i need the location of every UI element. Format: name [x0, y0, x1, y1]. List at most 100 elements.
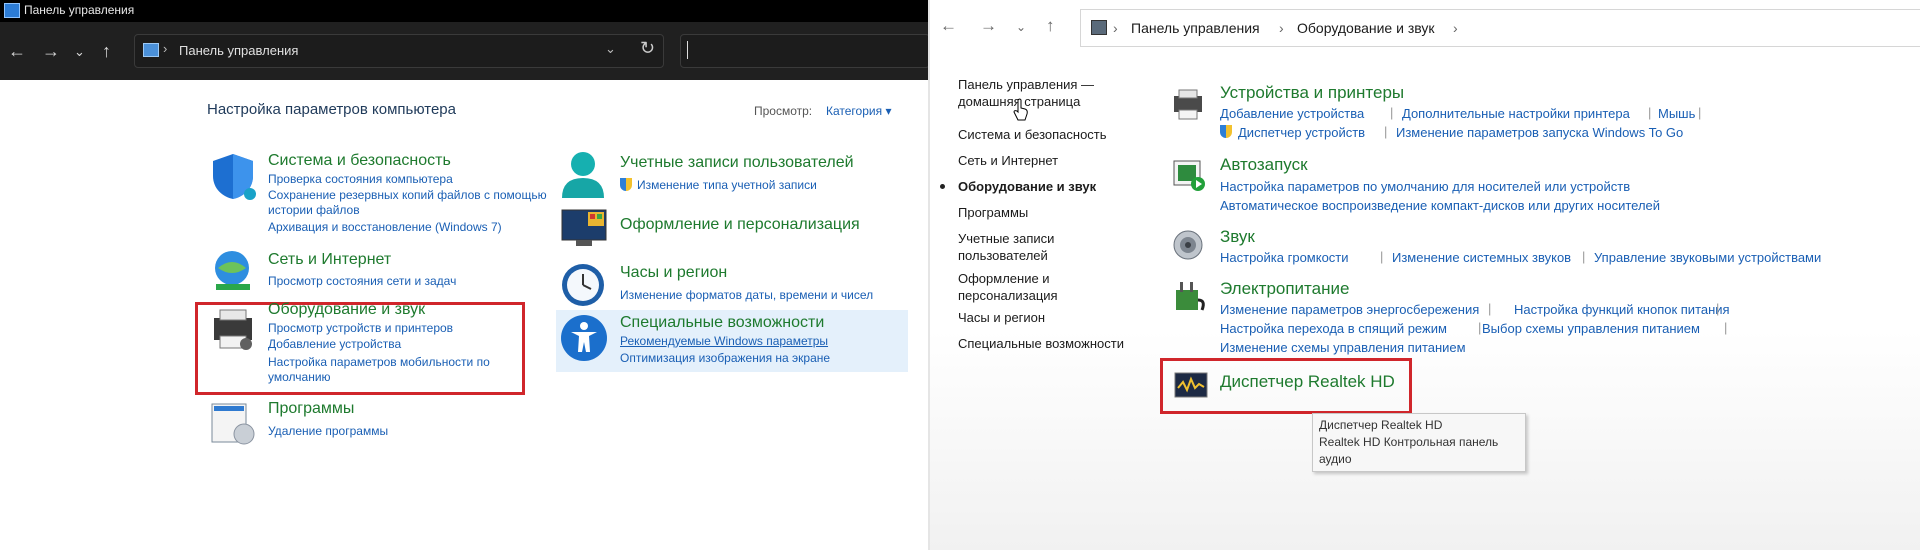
separator: |: [1478, 320, 1482, 335]
accessibility-icon: [561, 315, 607, 361]
sidebar-appearance-line1[interactable]: Оформление и: [958, 271, 1050, 287]
link-power-saving[interactable]: Изменение параметров энергосбережения: [1220, 302, 1479, 317]
chevron-right-icon: ›: [1453, 20, 1458, 36]
view-label: Просмотр:: [754, 104, 813, 118]
link-printer-settings[interactable]: Дополнительные настройки принтера: [1402, 106, 1630, 121]
link-power-buttons[interactable]: Настройка функций кнопок питания: [1514, 302, 1730, 317]
up-arrow-icon[interactable]: ↑: [102, 41, 111, 62]
separator: |: [1380, 249, 1384, 264]
right-window: ← → ⌄ ↑ › Панель управления › Оборудован…: [930, 0, 1920, 550]
realtek-hd-icon: [1174, 372, 1208, 398]
link-sound-devices[interactable]: Управление звуковыми устройствами: [1594, 250, 1821, 265]
link-network-status[interactable]: Просмотр состояния сети и задач: [268, 274, 456, 289]
title-bar: Панель управления: [0, 0, 928, 22]
autoplay-icon: [1173, 160, 1205, 191]
link-file-history-2[interactable]: истории файлов: [268, 203, 360, 218]
link-autoplay-cds[interactable]: Автоматическое воспроизведение компакт-д…: [1220, 198, 1660, 213]
appearance-monitor-icon: [561, 209, 607, 246]
section-realtek-hd[interactable]: Диспетчер Realtek HD: [1220, 372, 1395, 392]
sidebar-clock-region[interactable]: Часы и регион: [958, 310, 1045, 326]
link-volume[interactable]: Настройка громкости: [1220, 250, 1349, 265]
triangle-down-icon: ▾: [885, 104, 892, 118]
link-add-device[interactable]: Добавление устройства: [268, 337, 401, 352]
link-choose-power-plan[interactable]: Выбор схемы управления питанием: [1482, 321, 1700, 336]
page-heading: Настройка параметров компьютера: [207, 101, 456, 118]
nav-bar: ← → ⌄ ↑ › Панель управления › Оборудован…: [930, 0, 1920, 54]
sidebar-programs[interactable]: Программы: [958, 205, 1028, 221]
control-panel-icon: [4, 3, 20, 18]
link-backup-restore[interactable]: Архивация и восстановление (Windows 7): [268, 220, 502, 235]
category-hardware-sound[interactable]: Оборудование и звук: [268, 301, 425, 319]
separator: |: [1648, 105, 1652, 120]
category-accessibility[interactable]: Специальные возможности: [620, 314, 824, 332]
sidebar-user-accounts-line2[interactable]: пользователей: [958, 248, 1048, 264]
user-accounts-icon: [562, 152, 604, 198]
link-optimize-display[interactable]: Оптимизация изображения на экране: [620, 351, 830, 366]
link-file-history[interactable]: Сохранение резервных копий файлов с помо…: [268, 188, 547, 203]
section-sound[interactable]: Звук: [1220, 227, 1255, 247]
link-check-status[interactable]: Проверка состояния компьютера: [268, 172, 453, 187]
recent-chevron-down-icon[interactable]: ⌄: [1016, 20, 1026, 34]
sidebar-home-line1[interactable]: Панель управления —: [958, 77, 1094, 93]
link-windows-to-go[interactable]: Изменение параметров запуска Windows To …: [1396, 125, 1683, 140]
uac-shield-icon: [620, 178, 632, 191]
window-title: Панель управления: [24, 3, 135, 17]
link-recommended-settings[interactable]: Рекомендуемые Windows параметры: [620, 334, 828, 349]
back-arrow-icon[interactable]: ←: [8, 41, 26, 62]
tooltip-realtek: Диспетчер Realtek HD Realtek HD Контроль…: [1312, 413, 1526, 472]
separator: |: [1582, 249, 1586, 264]
forward-arrow-icon[interactable]: →: [980, 16, 997, 36]
link-mouse[interactable]: Мышь: [1658, 106, 1695, 121]
view-value: Категория: [826, 104, 883, 118]
chevron-right-icon: ›: [1279, 20, 1284, 36]
link-date-formats[interactable]: Изменение форматов даты, времени и чисел: [620, 288, 873, 303]
link-sleep-mode[interactable]: Настройка перехода в спящий режим: [1220, 321, 1447, 336]
hand-cursor-icon: [1013, 98, 1028, 121]
category-user-accounts[interactable]: Учетные записи пользователей: [620, 154, 854, 172]
link-change-account-type[interactable]: Изменение типа учетной записи: [637, 178, 817, 193]
forward-arrow-icon[interactable]: →: [42, 41, 60, 62]
printer-icon: [214, 309, 252, 350]
refresh-icon[interactable]: ↻: [640, 38, 655, 59]
category-appearance[interactable]: Оформление и персонализация: [620, 216, 860, 234]
sidebar-system-security[interactable]: Система и безопасность: [958, 127, 1107, 143]
link-edit-power-plan[interactable]: Изменение схемы управления питанием: [1220, 340, 1466, 355]
breadcrumb-control-panel[interactable]: Панель управления: [1131, 20, 1260, 36]
recent-chevron-down-icon[interactable]: ⌄: [74, 44, 85, 60]
breadcrumb-hardware-sound[interactable]: Оборудование и звук: [1297, 20, 1435, 36]
link-view-devices[interactable]: Просмотр устройств и принтеров: [268, 321, 453, 336]
category-programs[interactable]: Программы: [268, 400, 354, 418]
programs-icon: [211, 403, 255, 445]
sidebar-user-accounts-line1[interactable]: Учетные записи: [958, 231, 1054, 247]
search-input[interactable]: [680, 34, 930, 68]
category-network[interactable]: Сеть и Интернет: [268, 251, 391, 269]
address-bar[interactable]: › Панель управления ⌄: [134, 34, 664, 68]
link-system-sounds[interactable]: Изменение системных звуков: [1392, 250, 1571, 265]
section-power[interactable]: Электропитание: [1220, 279, 1349, 299]
separator: |: [1390, 105, 1394, 120]
link-uninstall[interactable]: Удаление программы: [268, 424, 388, 439]
devices-printers-icon: [1174, 89, 1202, 120]
address-dropdown-icon[interactable]: ⌄: [605, 41, 616, 57]
link-mobility-settings-2[interactable]: умолчанию: [268, 370, 331, 385]
sidebar-appearance-line2[interactable]: персонализация: [958, 288, 1058, 304]
up-arrow-icon[interactable]: ↑: [1046, 16, 1055, 36]
link-add-device[interactable]: Добавление устройства: [1220, 106, 1364, 121]
sidebar-network[interactable]: Сеть и Интернет: [958, 153, 1058, 169]
section-devices-printers[interactable]: Устройства и принтеры: [1220, 83, 1404, 103]
view-dropdown[interactable]: Категория ▾: [826, 104, 891, 118]
link-autoplay-defaults[interactable]: Настройка параметров по умолчанию для но…: [1220, 179, 1630, 194]
control-panel-icon: [143, 43, 159, 57]
category-clock-region[interactable]: Часы и регион: [620, 264, 727, 282]
category-system-security[interactable]: Система и безопасность: [268, 152, 451, 170]
back-arrow-icon[interactable]: ←: [940, 16, 957, 36]
link-mobility-settings[interactable]: Настройка параметров мобильности по: [268, 355, 490, 370]
shield-icon: [213, 154, 256, 200]
tooltip-line-2: Realtek HD Контрольная панель: [1319, 435, 1499, 449]
sidebar-hardware-sound[interactable]: Оборудование и звук: [958, 179, 1096, 195]
section-autoplay[interactable]: Автозапуск: [1220, 155, 1308, 175]
tooltip-line-1: Диспетчер Realtek HD: [1319, 418, 1443, 432]
sidebar-accessibility[interactable]: Специальные возможности: [958, 336, 1124, 352]
address-bar[interactable]: › Панель управления › Оборудование и зву…: [1080, 9, 1920, 47]
link-device-manager[interactable]: Диспетчер устройств: [1238, 125, 1365, 140]
